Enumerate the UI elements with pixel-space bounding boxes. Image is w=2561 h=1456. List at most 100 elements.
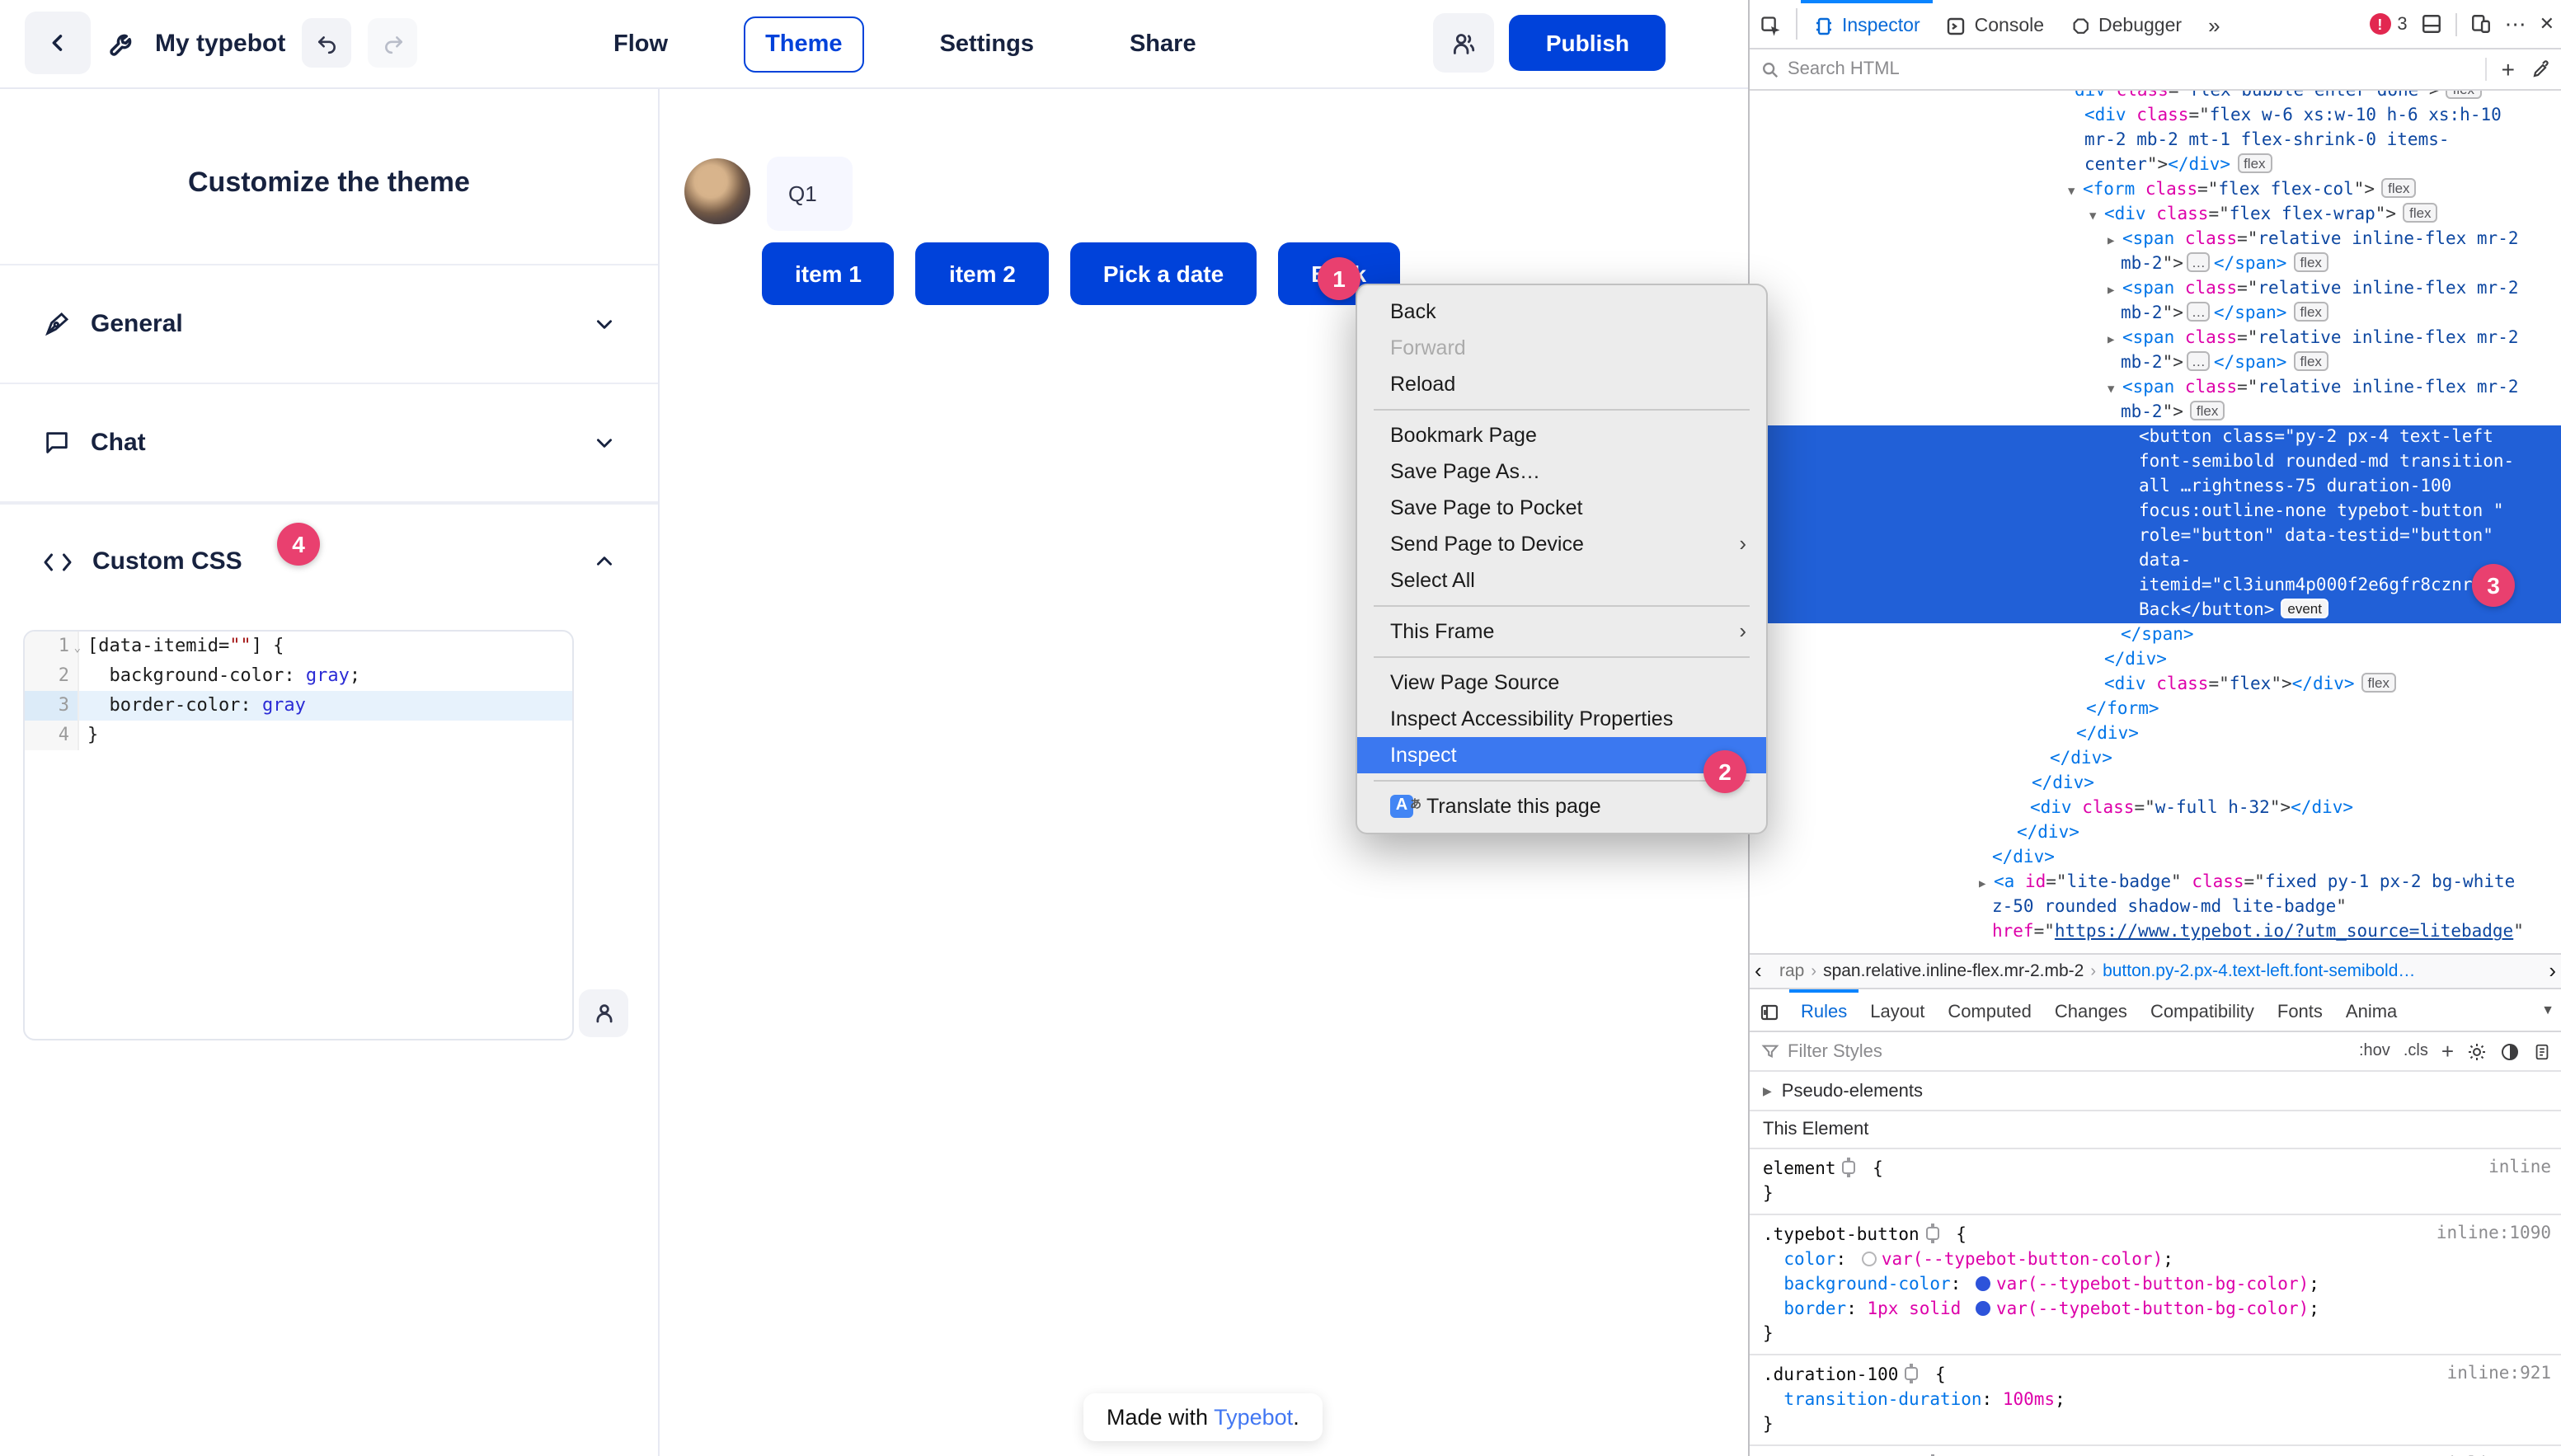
selected-tree-node[interactable]: <button class="py-2 px-4 text-left: [1750, 425, 2561, 450]
back-button[interactable]: [25, 12, 91, 74]
editor-line-2[interactable]: 2 background-color: gray;: [25, 661, 572, 691]
tree-node[interactable]: mb-2">…</span>flex: [1750, 252, 2561, 277]
tree-node[interactable]: mb-2">…</span>flex: [1750, 302, 2561, 326]
editor-line-3[interactable]: 3 border-color: gray: [25, 691, 572, 721]
css-rule-transition-all[interactable]: inline:916.transition-all { transition-p…: [1750, 1446, 2561, 1456]
tree-node[interactable]: href="https://www.typebot.io/?utm_source…: [1750, 920, 2561, 945]
sidebar-item-custom-css[interactable]: Custom CSS: [0, 501, 658, 620]
menu-item-this-frame[interactable]: This Frame›: [1357, 613, 1766, 650]
selected-tree-node[interactable]: data-: [1750, 549, 2561, 574]
editor-line-1[interactable]: 1⌄[data-itemid=""] {: [25, 632, 572, 661]
menu-item-translate-this-page[interactable]: ATranslate this page: [1357, 788, 1766, 824]
rule-source[interactable]: inline:921: [2447, 1364, 2551, 1383]
print-styles-icon[interactable]: [2533, 1041, 2551, 1061]
tree-node[interactable]: </div>: [1750, 722, 2561, 747]
split-console-icon[interactable]: [2421, 13, 2442, 35]
pick-element-button[interactable]: [1750, 0, 1793, 48]
rule-source[interactable]: inline:1090: [2436, 1224, 2551, 1243]
menu-item-select-all[interactable]: Select All: [1357, 562, 1766, 599]
avatar-toggle-button[interactable]: [579, 989, 628, 1037]
menu-item-save-page-to-pocket[interactable]: Save Page to Pocket: [1357, 490, 1766, 526]
color-swatch[interactable]: [1976, 1276, 1991, 1291]
choice-button-pick-a-date[interactable]: Pick a date: [1070, 242, 1257, 305]
breadcrumb-prev-icon[interactable]: ‹: [1755, 958, 1762, 983]
inspector-tab-rules[interactable]: Rules: [1789, 989, 1858, 1031]
made-with-badge[interactable]: Made with Typebot.: [1083, 1393, 1323, 1441]
tree-node[interactable]: </div>: [1750, 821, 2561, 846]
tab-theme[interactable]: Theme: [744, 16, 864, 73]
typebot-title[interactable]: My typebot: [155, 29, 285, 57]
color-swatch[interactable]: [1862, 1252, 1877, 1266]
tree-node[interactable]: ▼<span class="relative inline-flex mr-2: [1750, 376, 2561, 401]
css-declaration[interactable]: border: 1px solid var(--typebot-button-b…: [1763, 1298, 2551, 1322]
menu-item-view-page-source[interactable]: View Page Source: [1357, 665, 1766, 701]
css-rule-duration-100[interactable]: inline:921.duration-100 { transition-dur…: [1750, 1355, 2561, 1446]
publish-button[interactable]: Publish: [1510, 15, 1666, 71]
inspector-tab-compatibility[interactable]: Compatibility: [2139, 989, 2266, 1031]
tree-node[interactable]: </form>: [1750, 697, 2561, 722]
selected-tree-node[interactable]: focus:outline-none typebot-button ": [1750, 500, 2561, 524]
tree-node[interactable]: ▶<span class="relative inline-flex mr-2: [1750, 228, 2561, 252]
tree-node[interactable]: mb-2">…</span>flex: [1750, 351, 2561, 376]
selected-tree-node[interactable]: itemid="cl3iunm4p000f2e6gfr8cznr: [1750, 574, 2561, 599]
inspector-tab-changes[interactable]: Changes: [2043, 989, 2139, 1031]
tree-node[interactable]: </div>: [1750, 846, 2561, 871]
tree-node[interactable]: div class="flex bubble enter done">flex: [1750, 91, 2561, 104]
toggle-class-button[interactable]: .cls: [2404, 1042, 2428, 1060]
tree-node[interactable]: mr-2 mb-2 mt-1 flex-shrink-0 items-: [1750, 129, 2561, 153]
css-declaration[interactable]: background-color: var(--typebot-button-b…: [1763, 1273, 2551, 1298]
breadcrumb[interactable]: ‹ rap › span.relative.inline-flex.mr-2.mb-…: [1750, 953, 2561, 989]
selected-tree-node[interactable]: role="button" data-testid="button": [1750, 524, 2561, 549]
tree-node[interactable]: ▶<span class="relative inline-flex mr-2: [1750, 326, 2561, 351]
tree-node[interactable]: </div>: [1750, 747, 2561, 772]
made-with-brand-link[interactable]: Typebot: [1214, 1405, 1293, 1430]
breadcrumb-next-icon[interactable]: ›: [2549, 958, 2556, 983]
tree-node[interactable]: <div class="w-full h-32"></div>: [1750, 796, 2561, 821]
eyedropper-icon[interactable]: [2531, 59, 2551, 79]
devtools-tab-console[interactable]: Console: [1934, 0, 2057, 48]
editor-line-4[interactable]: 4}: [25, 721, 572, 750]
sidebar-toggle-icon[interactable]: [1750, 989, 1789, 1031]
responsive-mode-icon[interactable]: [2470, 13, 2492, 35]
tab-flow[interactable]: Flow: [594, 18, 688, 71]
tree-node[interactable]: ▼<form class="flex flex-col">flex: [1750, 178, 2561, 203]
css-declaration[interactable]: transition-duration: 100ms;: [1763, 1388, 2551, 1413]
tree-node[interactable]: ▼<div class="flex flex-wrap">flex: [1750, 203, 2561, 228]
tree-node[interactable]: ▶<a id="lite-badge" class="fixed py-1 px…: [1750, 871, 2561, 895]
menu-item-send-page-to-device[interactable]: Send Page to Device›: [1357, 526, 1766, 562]
filter-styles-input[interactable]: Filter Styles: [1788, 1041, 1882, 1061]
tabs-dropdown-icon[interactable]: ▼: [2541, 1003, 2554, 1017]
menu-item-bookmark-page[interactable]: Bookmark Page: [1357, 417, 1766, 453]
css-rules-list[interactable]: inlineelement {}inline:1090.typebot-butt…: [1750, 1149, 2561, 1456]
choice-button-item-1[interactable]: item 1: [762, 242, 895, 305]
meatball-menu-icon[interactable]: ⋯: [2505, 11, 2526, 37]
menu-item-reload[interactable]: Reload: [1357, 366, 1766, 402]
error-badge-icon[interactable]: !: [2369, 13, 2390, 35]
sidebar-item-general[interactable]: General: [0, 264, 658, 383]
light-theme-icon[interactable]: [2467, 1041, 2487, 1061]
fold-arrow-icon[interactable]: ⌄: [74, 633, 81, 663]
choice-button-item-2[interactable]: item 2: [916, 242, 1049, 305]
tree-node[interactable]: </span>: [1750, 623, 2561, 648]
tab-share[interactable]: Share: [1110, 18, 1216, 71]
breadcrumb-item[interactable]: span.relative.inline-flex.mr-2.mb-2: [1823, 961, 2084, 981]
tree-node[interactable]: </div>: [1750, 772, 2561, 796]
tree-node[interactable]: center"></div>flex: [1750, 153, 2561, 178]
css-declaration[interactable]: color: var(--typebot-button-color);: [1763, 1248, 2551, 1273]
tree-node[interactable]: ▶<span class="relative inline-flex mr-2: [1750, 277, 2561, 302]
selected-tree-node[interactable]: all …rightness-75 duration-100: [1750, 475, 2561, 500]
inspector-tab-computed[interactable]: Computed: [1936, 989, 2043, 1031]
breadcrumb-item[interactable]: rap: [1779, 961, 1804, 981]
html-tree[interactable]: div class="flex bubble enter done">flex <…: [1750, 91, 2561, 953]
devtools-tab-inspector[interactable]: Inspector: [1801, 0, 1934, 48]
tree-node[interactable]: mb-2">flex: [1750, 401, 2561, 425]
inspector-tab-fonts[interactable]: Fonts: [2266, 989, 2334, 1031]
add-node-icon[interactable]: +: [2502, 56, 2515, 82]
menu-item-save-page-as[interactable]: Save Page As…: [1357, 453, 1766, 490]
sidebar-item-chat[interactable]: Chat: [0, 383, 658, 501]
search-html-input[interactable]: Search HTML: [1788, 59, 1900, 79]
toggle-hover-button[interactable]: :hov: [2359, 1042, 2390, 1060]
inspector-tab-layout[interactable]: Layout: [1858, 989, 1936, 1031]
breadcrumb-item[interactable]: button.py-2.px-4.text-left.font-semibold…: [2103, 961, 2415, 981]
selected-tree-node[interactable]: Back</button>event: [1750, 599, 2561, 623]
